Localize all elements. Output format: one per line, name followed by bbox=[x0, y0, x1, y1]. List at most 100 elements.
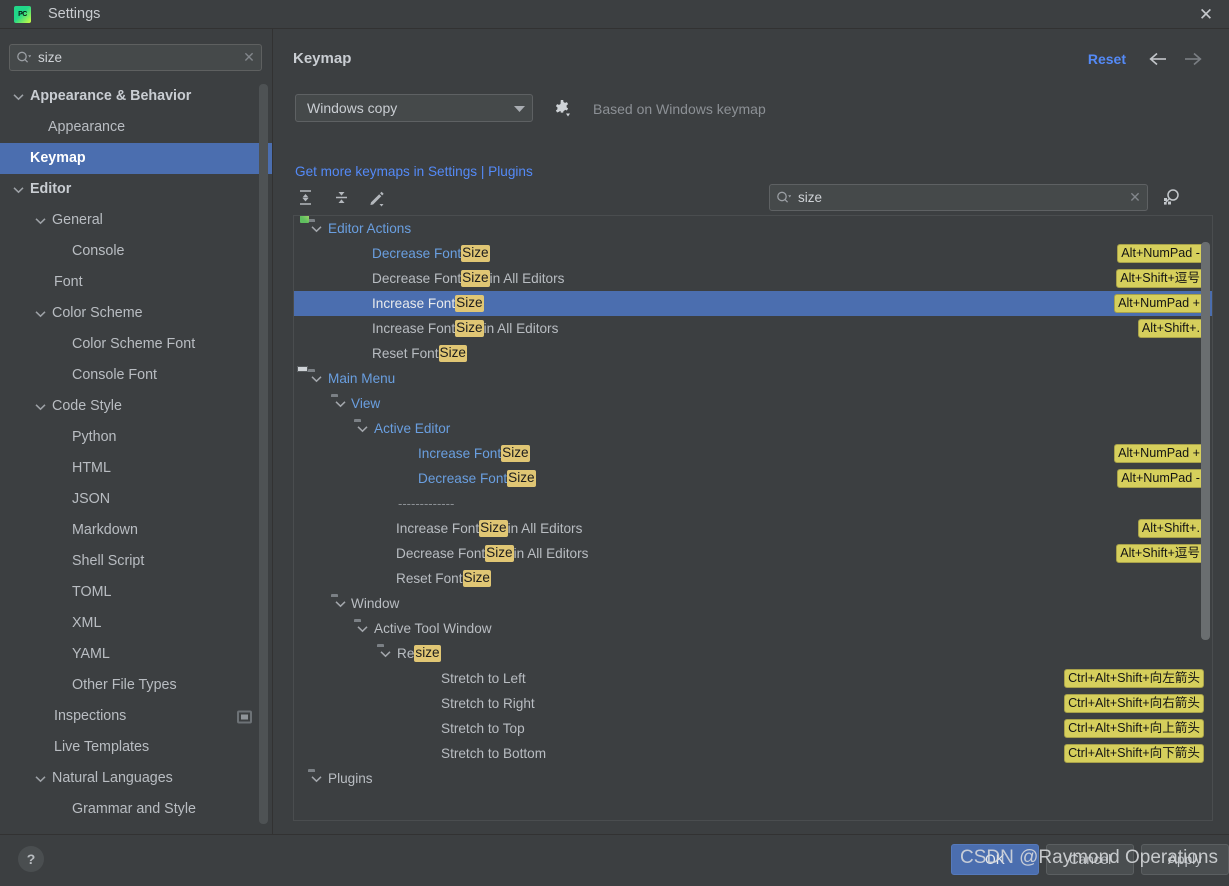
sidebar-item-yaml[interactable]: YAML bbox=[0, 639, 272, 670]
sidebar-item-other-file-types[interactable]: Other File Types bbox=[0, 670, 272, 701]
sidebar-item-color-scheme-font[interactable]: Color Scheme Font bbox=[0, 329, 272, 360]
action-label: Increase Font Size in All Editors bbox=[372, 320, 559, 337]
tree-action-row[interactable]: Decrease Font Size in All Editors Alt+Shi… bbox=[294, 266, 1212, 291]
sidebar-item-xml[interactable]: XML bbox=[0, 608, 272, 639]
sidebar-item-shell-script[interactable]: Shell Script bbox=[0, 546, 272, 577]
tree-action-row[interactable]: Reset Font Size bbox=[294, 341, 1212, 366]
sidebar-item-editor[interactable]: Editor bbox=[0, 174, 272, 205]
shortcut-badge[interactable]: Ctrl+Alt+Shift+向右箭头 bbox=[1064, 694, 1204, 713]
tree-action-row[interactable]: Increase Font Size Alt+NumPad + bbox=[294, 441, 1212, 466]
keymap-search-field[interactable]: ✕ bbox=[769, 184, 1148, 211]
shortcut-badge[interactable]: Ctrl+Alt+Shift+向下箭头 bbox=[1064, 744, 1204, 763]
arrow-left-icon[interactable] bbox=[1147, 49, 1169, 69]
edit-pencil-icon[interactable] bbox=[362, 185, 392, 211]
tree-group-row[interactable]: Main Menu bbox=[294, 366, 1212, 391]
clear-icon[interactable]: ✕ bbox=[1123, 189, 1147, 206]
tree-group-row[interactable]: Plugins bbox=[294, 766, 1212, 791]
shortcut-badge[interactable]: Alt+Shift+逗号 bbox=[1116, 269, 1204, 288]
expand-all-icon[interactable] bbox=[290, 185, 320, 211]
sidebar-item-keymap[interactable]: Keymap bbox=[0, 143, 272, 174]
gear-icon[interactable] bbox=[550, 97, 574, 119]
settings-sidebar: ✕ Appearance & Behavior Appearance Keymap E… bbox=[0, 29, 272, 834]
collapse-all-icon[interactable] bbox=[326, 185, 356, 211]
sidebar-item-color-scheme[interactable]: Color Scheme bbox=[0, 298, 272, 329]
shortcut-badge[interactable]: Ctrl+Alt+Shift+向上箭头 bbox=[1064, 719, 1204, 738]
chevron-down-icon[interactable] bbox=[34, 214, 47, 227]
help-button[interactable]: ? bbox=[18, 846, 44, 872]
sidebar-item-font[interactable]: Font bbox=[0, 267, 272, 298]
tree-group-row[interactable]: Window bbox=[294, 591, 1212, 616]
tree-action-row[interactable]: Increase Font Size Alt+NumPad + bbox=[294, 291, 1212, 316]
sidebar-item-grammar-and-style[interactable]: Grammar and Style bbox=[0, 794, 272, 825]
keymap-search-input[interactable] bbox=[798, 190, 1123, 205]
sidebar-item-console-font[interactable]: Console Font bbox=[0, 360, 272, 391]
tree-group-row[interactable]: Re size bbox=[294, 641, 1212, 666]
find-shortcut-icon[interactable] bbox=[1158, 185, 1184, 209]
tree-action-row[interactable]: Decrease Font Size Alt+NumPad - bbox=[294, 241, 1212, 266]
search-match-highlight: Size bbox=[455, 295, 484, 312]
shortcut-badge[interactable]: Ctrl+Alt+Shift+向左箭头 bbox=[1064, 669, 1204, 688]
close-icon[interactable]: ✕ bbox=[1183, 0, 1229, 29]
get-more-keymaps-link[interactable]: Get more keymaps in Settings | Plugins bbox=[295, 164, 533, 179]
keymap-tree-scrollbar[interactable] bbox=[1201, 242, 1210, 640]
tree-action-row[interactable]: Stretch to Top Ctrl+Alt+Shift+向上箭头 bbox=[294, 716, 1212, 741]
shortcut-badge[interactable]: Alt+Shift+. bbox=[1137, 519, 1204, 538]
sidebar-item-html[interactable]: HTML bbox=[0, 453, 272, 484]
tree-action-row[interactable]: Stretch to Bottom Ctrl+Alt+Shift+向下箭头 bbox=[294, 741, 1212, 766]
sidebar-item-label: Keymap bbox=[30, 150, 86, 167]
shortcut-badge[interactable]: Alt+Shift+逗号 bbox=[1116, 544, 1204, 563]
sidebar-item-code-style[interactable]: Code Style bbox=[0, 391, 272, 422]
chevron-down-icon[interactable] bbox=[34, 400, 47, 413]
sidebar-item-label: Editor bbox=[30, 181, 72, 198]
tree-action-row[interactable]: Increase Font Size in All Editors Alt+Shi… bbox=[294, 516, 1212, 541]
sidebar-item-label: Live Templates bbox=[54, 739, 150, 756]
shortcut-badge[interactable]: Alt+NumPad + bbox=[1114, 294, 1204, 313]
tree-group-row[interactable]: Editor Actions bbox=[294, 216, 1212, 241]
tree-action-row[interactable]: Increase Font Size in All Editors Alt+Shi… bbox=[294, 316, 1212, 341]
sidebar-item-label: JSON bbox=[72, 491, 111, 508]
sidebar-item-python[interactable]: Python bbox=[0, 422, 272, 453]
sidebar-item-json[interactable]: JSON bbox=[0, 484, 272, 515]
sidebar-item-general[interactable]: General bbox=[0, 205, 272, 236]
sidebar-item-console[interactable]: Console bbox=[0, 236, 272, 267]
shortcut-badge[interactable]: Alt+NumPad - bbox=[1117, 244, 1204, 263]
tree-group-row[interactable]: Active Editor bbox=[294, 416, 1212, 441]
chevron-down-icon[interactable] bbox=[34, 307, 47, 320]
sidebar-item-inspections[interactable]: Inspections bbox=[0, 701, 272, 732]
sidebar-item-appearance-behavior[interactable]: Appearance & Behavior bbox=[0, 81, 272, 112]
chevron-down-icon[interactable] bbox=[34, 772, 47, 785]
sidebar-tree: Appearance & Behavior Appearance Keymap Edi… bbox=[0, 81, 272, 834]
shortcut-badge[interactable]: Alt+NumPad + bbox=[1114, 444, 1204, 463]
tree-action-row[interactable]: Decrease Font Size Alt+NumPad - bbox=[294, 466, 1212, 491]
action-label: Increase Font Size bbox=[418, 445, 530, 462]
shortcut-badge[interactable]: Alt+NumPad - bbox=[1117, 469, 1204, 488]
action-label: Editor Actions bbox=[328, 220, 412, 236]
tree-action-row[interactable]: Decrease Font Size in All Editors Alt+Shi… bbox=[294, 541, 1212, 566]
tree-action-row[interactable]: Reset Font Size bbox=[294, 566, 1212, 591]
sidebar-search-field[interactable]: ✕ bbox=[9, 44, 262, 71]
keymap-action-tree[interactable]: Editor Actions Decrease Font Size Alt+NumP… bbox=[293, 215, 1213, 821]
sidebar-scrollbar[interactable] bbox=[259, 84, 268, 824]
keymap-select[interactable]: Windows copy bbox=[295, 94, 533, 122]
shortcut-badge[interactable]: Alt+Shift+. bbox=[1137, 319, 1204, 338]
clear-icon[interactable]: ✕ bbox=[237, 49, 261, 66]
sidebar-item-live-templates[interactable]: Live Templates bbox=[0, 732, 272, 763]
action-label: Decrease Font Size bbox=[418, 470, 536, 487]
search-match-highlight: Size bbox=[501, 445, 530, 462]
reset-button[interactable]: Reset bbox=[1088, 51, 1126, 67]
folder-icon bbox=[331, 397, 346, 410]
sidebar-item-markdown[interactable]: Markdown bbox=[0, 515, 272, 546]
sidebar-item-appearance[interactable]: Appearance bbox=[0, 112, 272, 143]
tree-action-row[interactable]: Stretch to Left Ctrl+Alt+Shift+向左箭头 bbox=[294, 666, 1212, 691]
arrow-right-icon[interactable] bbox=[1182, 49, 1204, 69]
tree-action-row[interactable]: Stretch to Right Ctrl+Alt+Shift+向右箭头 bbox=[294, 691, 1212, 716]
action-label: Plugins bbox=[328, 770, 373, 786]
sidebar-item-toml[interactable]: TOML bbox=[0, 577, 272, 608]
chevron-down-icon[interactable] bbox=[12, 183, 25, 196]
sidebar-search-input[interactable] bbox=[38, 50, 237, 65]
chevron-down-icon[interactable] bbox=[12, 90, 25, 103]
sidebar-item-natural-languages[interactable]: Natural Languages bbox=[0, 763, 272, 794]
tree-group-row[interactable]: View bbox=[294, 391, 1212, 416]
sidebar-item-label: Code Style bbox=[52, 398, 122, 415]
tree-group-row[interactable]: Active Tool Window bbox=[294, 616, 1212, 641]
